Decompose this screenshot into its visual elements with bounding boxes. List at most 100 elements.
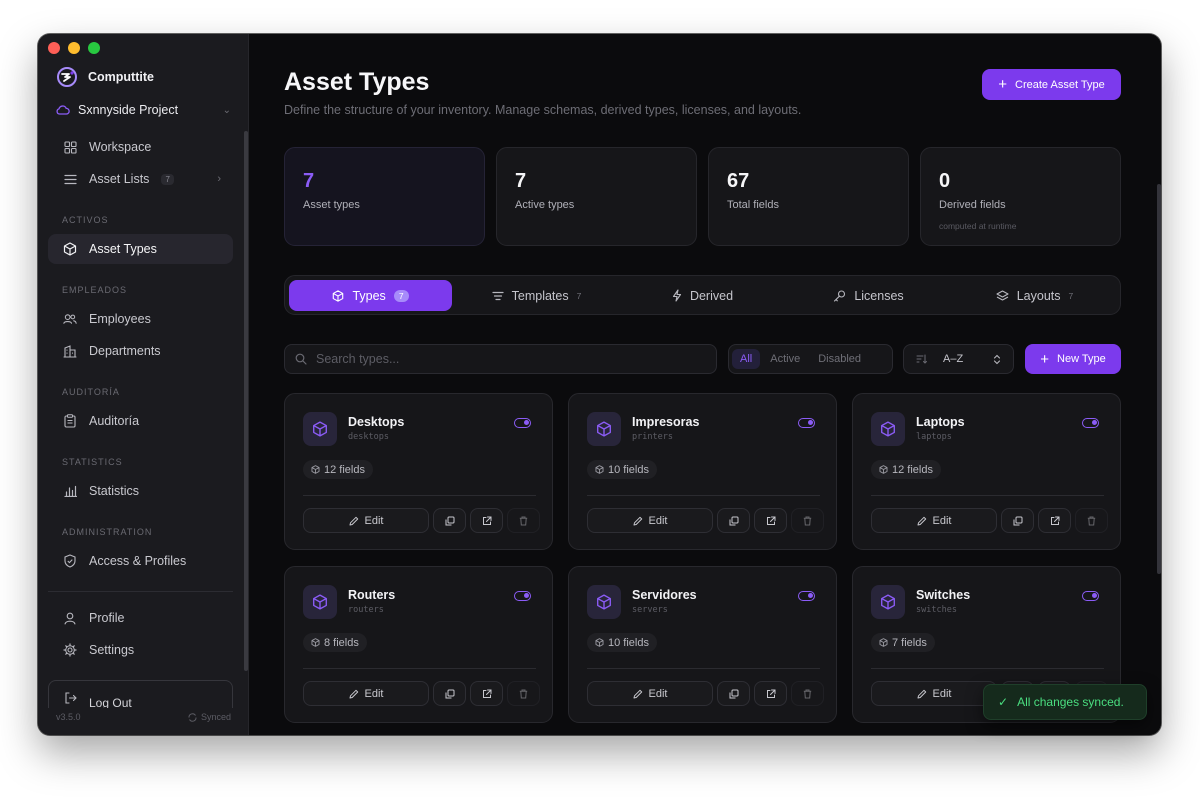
open-external-button[interactable]: [470, 508, 503, 533]
duplicate-button[interactable]: [717, 508, 750, 533]
edit-button[interactable]: Edit: [587, 508, 713, 533]
pencil-icon: [349, 689, 358, 698]
delete-button[interactable]: [507, 508, 540, 533]
toast-message: All changes synced.: [1017, 695, 1124, 709]
asset-type-card[interactable]: Laptops laptops 12 fields Edit: [852, 393, 1121, 550]
copy-icon: [445, 689, 454, 698]
minimize-window-button[interactable]: [68, 42, 80, 54]
delete-button[interactable]: [791, 681, 824, 706]
asset-type-name: Servidores: [632, 588, 697, 602]
tab-types[interactable]: Types 7: [289, 280, 452, 311]
new-type-button[interactable]: + New Type: [1025, 344, 1121, 374]
project-selector[interactable]: Sxnnyside Project ⌄: [56, 100, 231, 120]
edit-button[interactable]: Edit: [303, 681, 429, 706]
filter-disabled[interactable]: Disabled: [810, 349, 869, 369]
edit-button[interactable]: Edit: [871, 681, 997, 706]
tab-licenses[interactable]: Licenses: [787, 280, 950, 311]
asset-type-name: Desktops: [348, 415, 405, 429]
field-count-label: 12 fields: [324, 463, 365, 476]
sidebar-item-access-profiles[interactable]: Access & Profiles: [48, 546, 233, 576]
sidebar-item-departments[interactable]: Departments: [48, 336, 233, 366]
cube-icon: [871, 585, 905, 619]
sidebar-item-label: Employees: [89, 312, 151, 326]
sidebar-item-label: Departments: [89, 344, 161, 358]
active-toggle[interactable]: [514, 591, 531, 601]
cube-icon: [63, 242, 77, 256]
asset-type-card[interactable]: Desktops desktops 12 fields Edit: [284, 393, 553, 550]
active-toggle[interactable]: [798, 591, 815, 601]
close-window-button[interactable]: [48, 42, 60, 54]
sidebar-item-label: Profile: [89, 611, 125, 625]
tab-layouts[interactable]: Layouts 7: [953, 280, 1116, 311]
chevron-right-icon: ›: [217, 173, 221, 185]
open-external-button[interactable]: [1038, 508, 1071, 533]
delete-button[interactable]: [1075, 508, 1108, 533]
asset-type-card[interactable]: Servidores servers 10 fields Edit: [568, 566, 837, 723]
sidebar-item-label: Access & Profiles: [89, 554, 187, 568]
sidebar-divider: [48, 591, 233, 592]
search-input[interactable]: [316, 352, 696, 366]
edit-button[interactable]: Edit: [587, 681, 713, 706]
active-toggle[interactable]: [798, 418, 815, 428]
duplicate-button[interactable]: [433, 508, 466, 533]
card-divider: [303, 668, 536, 669]
active-toggle[interactable]: [1082, 418, 1099, 428]
sidebar-item-workspace[interactable]: Workspace: [48, 132, 233, 162]
maximize-window-button[interactable]: [88, 42, 100, 54]
pencil-icon: [633, 689, 642, 698]
section-label: EMPLEADOS: [62, 285, 128, 295]
sync-status: Synced: [188, 712, 231, 722]
stat-label: Active types: [515, 199, 575, 211]
trash-icon: [519, 516, 528, 525]
duplicate-button[interactable]: [1001, 508, 1034, 533]
filter-all[interactable]: All: [732, 349, 761, 369]
sort-select[interactable]: A–Z: [903, 344, 1014, 374]
tab-derived[interactable]: Derived: [621, 280, 784, 311]
filter-active[interactable]: Active: [762, 349, 808, 369]
sidebar-item-profile[interactable]: Profile: [48, 603, 233, 633]
stat-value: 67: [727, 170, 750, 192]
tab-templates[interactable]: Templates 7: [455, 280, 618, 311]
field-count-label: 10 fields: [608, 636, 649, 649]
field-count-badge: 8 fields: [303, 633, 367, 652]
active-toggle[interactable]: [1082, 591, 1099, 601]
stat-card-derived-fields: 0 Derived fields computed at runtime: [920, 147, 1121, 246]
delete-button[interactable]: [507, 681, 540, 706]
user-icon: [63, 611, 77, 625]
asset-type-card[interactable]: Routers routers 8 fields Edit: [284, 566, 553, 723]
cube-icon: [587, 585, 621, 619]
active-toggle[interactable]: [514, 418, 531, 428]
open-external-button[interactable]: [754, 508, 787, 533]
plus-icon: +: [998, 76, 1008, 93]
sidebar-footer: v3.5.0 Synced: [56, 712, 231, 722]
pencil-icon: [633, 516, 642, 525]
toggle-knob: [524, 420, 529, 425]
trash-icon: [1087, 516, 1096, 525]
sidebar-item-auditoria[interactable]: Auditoría: [48, 406, 233, 436]
external-link-icon: [766, 516, 775, 525]
grid-icon: [63, 140, 77, 154]
edit-button[interactable]: Edit: [303, 508, 429, 533]
create-asset-type-button[interactable]: + Create Asset Type: [982, 69, 1121, 100]
sidebar-scrollbar[interactable]: [244, 131, 248, 671]
sidebar-item-statistics[interactable]: Statistics: [48, 476, 233, 506]
logout-button[interactable]: Log Out: [48, 680, 233, 708]
duplicate-button[interactable]: [717, 681, 750, 706]
sidebar-item-settings[interactable]: Settings: [48, 635, 233, 665]
edit-button[interactable]: Edit: [871, 508, 997, 533]
asset-type-card[interactable]: Impresoras printers 10 fields Edit: [568, 393, 837, 550]
filter-lines-icon: [492, 291, 504, 300]
edit-label: Edit: [932, 514, 952, 527]
duplicate-button[interactable]: [433, 681, 466, 706]
stat-value: 0: [939, 170, 951, 192]
delete-button[interactable]: [791, 508, 824, 533]
main-scrollbar[interactable]: [1157, 184, 1161, 574]
list-icon: [63, 172, 77, 186]
cube-icon: [311, 465, 320, 474]
sidebar-item-employees[interactable]: Employees: [48, 304, 233, 334]
sidebar-item-asset-lists[interactable]: Asset Lists 7 ›: [48, 164, 233, 194]
open-external-button[interactable]: [470, 681, 503, 706]
sidebar-item-asset-types[interactable]: Asset Types: [48, 234, 233, 264]
stat-label: Asset types: [303, 199, 360, 211]
open-external-button[interactable]: [754, 681, 787, 706]
